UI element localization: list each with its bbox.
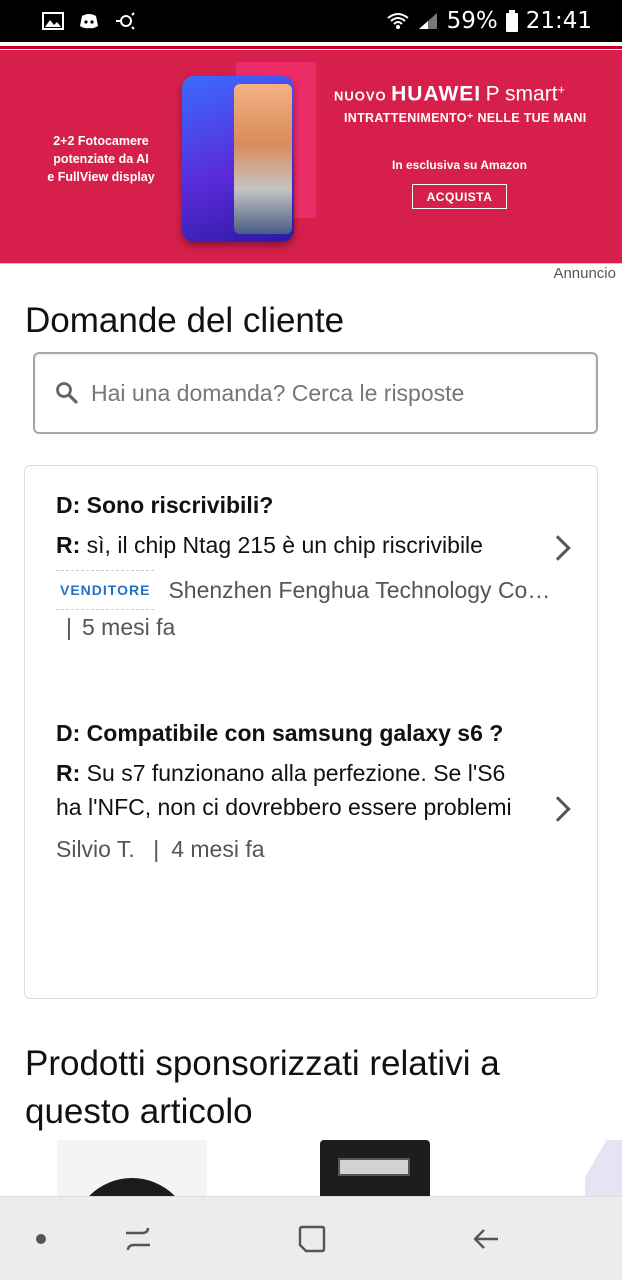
question-search-box[interactable]	[33, 352, 598, 434]
ad-brand-name: HUAWEI	[391, 82, 482, 106]
questions-title: Domande del cliente	[25, 301, 345, 340]
seller-badge: VENDITORE	[56, 570, 155, 610]
qa-item[interactable]: D: Sono riscrivibili? R: sì, il chip Nta…	[56, 488, 556, 644]
wifi-icon	[386, 13, 409, 29]
nav-dot[interactable]	[36, 1234, 46, 1244]
ad-label[interactable]: Annuncio	[553, 265, 616, 282]
bluetooth-icon	[116, 12, 135, 30]
answer-time: 4 mesi fa	[171, 836, 265, 862]
answer-body: Su s7 funzionano alla perfezione. Se l'S…	[56, 760, 512, 820]
back-icon[interactable]	[470, 1223, 502, 1255]
home-icon[interactable]	[296, 1223, 328, 1255]
ad-feature-line-1: 2+2 Fotocamere	[53, 134, 149, 148]
image-icon	[42, 12, 64, 30]
ad-tagline: INTRATTENIMENTO⁺ NELLE TUE MANI	[344, 111, 587, 125]
meta-separator: |	[153, 836, 160, 862]
ad-nuovo: NUOVO	[334, 88, 387, 104]
ad-feature-text: 2+2 Fotocamere potenziate da AI e FullVi…	[44, 132, 158, 186]
ad-model: P smart	[485, 82, 558, 106]
answer-text: R: sì, il chip Ntag 215 è un chip riscri…	[56, 528, 536, 562]
qa-card: D: Sono riscrivibili? R: sì, il chip Nta…	[24, 465, 598, 999]
header-divider	[0, 46, 622, 49]
ad-brand: NUOVO HUAWEI P smart+	[334, 82, 565, 106]
search-icon	[56, 382, 78, 404]
product-screen	[338, 1158, 410, 1176]
meta-separator: |	[66, 614, 72, 640]
battery-percentage: 59%	[446, 8, 498, 34]
ad-banner[interactable]: 2+2 Fotocamere potenziate da AI e FullVi…	[0, 50, 622, 264]
status-bar: 59% 21:41	[0, 0, 622, 42]
question-text: D: Sono riscrivibili?	[56, 492, 274, 518]
ad-plus: +	[557, 82, 566, 97]
answer-author: Silvio T.	[56, 836, 135, 862]
question-text: D: Compatibile con samsung galaxy s6 ?	[56, 720, 504, 746]
sponsored-title: Prodotti sponsorizzati relativi a questo…	[25, 1044, 500, 1131]
answer-meta: VENDITORE Shenzhen Fenghua Technology Co……	[56, 570, 556, 644]
clock: 21:41	[525, 8, 592, 34]
answer-text: R: Su s7 funzionano alla perfezione. Se …	[56, 756, 536, 824]
answer-time: 5 mesi fa	[81, 614, 176, 640]
battery-icon	[505, 10, 518, 32]
answer-prefix: R:	[56, 532, 81, 558]
sponsored-product-image[interactable]	[57, 1140, 207, 1200]
qa-item[interactable]: D: Compatibile con samsung galaxy s6 ? R…	[56, 716, 556, 866]
ad-feature-line-2: potenziate da AI	[53, 152, 149, 166]
question-search-input[interactable]	[91, 379, 571, 407]
ad-feature-line-3: e FullView display	[47, 170, 155, 184]
answer-meta: Silvio T. | 4 mesi fa	[56, 832, 556, 866]
sponsored-product-image[interactable]	[320, 1140, 430, 1200]
system-nav-bar	[0, 1196, 622, 1280]
signal-icon	[418, 13, 437, 29]
sponsored-product-image[interactable]	[585, 1140, 622, 1200]
ad-buy-button[interactable]: ACQUISTA	[412, 184, 507, 209]
discord-icon	[80, 14, 98, 29]
answer-prefix: R:	[56, 760, 81, 786]
answer-body: sì, il chip Ntag 215 è un chip riscrivib…	[80, 532, 483, 558]
ad-phone-screen	[234, 84, 292, 234]
recent-apps-icon[interactable]	[122, 1223, 154, 1255]
ad-exclusive: In esclusiva su Amazon	[392, 158, 527, 172]
answer-author: Shenzhen Fenghua Technology Co…	[168, 577, 551, 603]
